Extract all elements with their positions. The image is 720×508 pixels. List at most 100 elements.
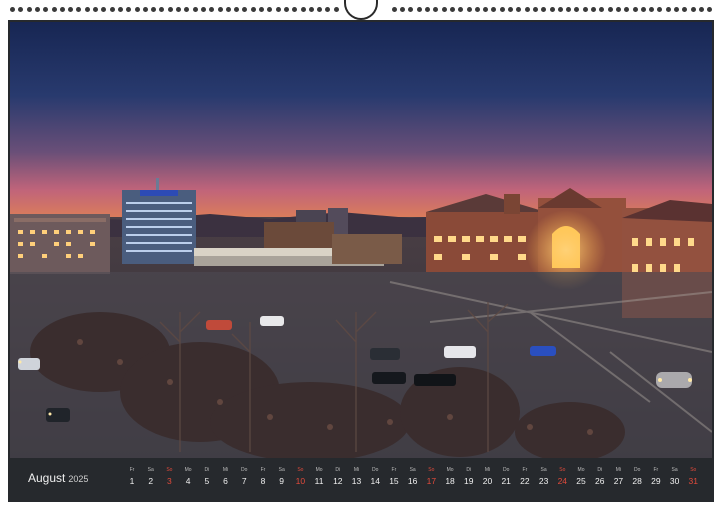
binding-ring xyxy=(250,7,256,12)
binding-ring xyxy=(59,7,65,12)
binding-ring xyxy=(126,7,132,12)
binding-ring xyxy=(184,7,190,12)
day-number: 31 xyxy=(688,476,699,486)
weekday-label: Sa xyxy=(540,467,547,473)
binding-ring xyxy=(84,7,90,12)
day-number: 1 xyxy=(129,476,135,486)
weekday-label: Mo xyxy=(577,467,585,473)
day-cell: Mi 27 xyxy=(609,466,627,488)
day-cell: Mi 13 xyxy=(348,466,366,488)
binding-ring xyxy=(416,7,422,12)
binding-ring xyxy=(234,7,240,12)
weekday-label: So xyxy=(428,467,435,473)
weekday-label: Fr xyxy=(653,467,659,473)
day-number: 11 xyxy=(314,476,324,486)
day-cell: Mo 18 xyxy=(441,466,459,488)
binding-ring xyxy=(425,7,430,12)
binding-ring xyxy=(18,7,24,12)
weekday-label: Sa xyxy=(147,467,154,473)
binding-ring xyxy=(300,7,306,12)
day-number: 12 xyxy=(333,476,343,486)
day-number: 27 xyxy=(613,476,624,486)
binding-ring xyxy=(441,7,447,12)
binding-ring xyxy=(259,7,264,12)
binding-ring xyxy=(109,7,115,12)
day-number: 8 xyxy=(260,476,266,486)
weekday-label: Sa xyxy=(278,467,285,473)
weekday-label: Fr xyxy=(522,467,528,473)
month-label: August 2025 xyxy=(28,471,88,485)
day-cell: Do 7 xyxy=(235,466,253,488)
weekday-label: Fr xyxy=(129,467,135,473)
binding-ring xyxy=(159,7,165,12)
day-cell: Fr 1 xyxy=(123,466,141,488)
binding-ring xyxy=(674,7,679,12)
weekday-label: Do xyxy=(633,467,641,473)
day-number: 4 xyxy=(185,476,191,486)
binding-ring xyxy=(707,7,713,12)
day-number: 19 xyxy=(464,476,474,486)
binding-ring xyxy=(607,7,613,12)
day-number: 26 xyxy=(595,476,605,486)
binding-ring xyxy=(615,7,621,12)
year-label: 2025 xyxy=(68,474,89,484)
day-cell: Do 28 xyxy=(628,466,646,488)
binding-ring xyxy=(574,7,580,12)
binding-ring xyxy=(101,7,107,12)
day-number: 9 xyxy=(279,476,285,486)
day-number: 18 xyxy=(445,476,455,486)
binding-ring xyxy=(483,7,489,12)
day-cell: Mo 11 xyxy=(310,466,328,488)
day-number: 13 xyxy=(351,476,362,486)
binding-ring xyxy=(400,7,406,12)
day-number: 14 xyxy=(370,476,380,486)
binding-ring xyxy=(499,7,505,12)
binding-ring xyxy=(292,7,298,12)
day-cell: Di 19 xyxy=(460,466,478,488)
day-number: 24 xyxy=(557,476,568,486)
binding-ring xyxy=(508,7,513,12)
binding-ring xyxy=(283,7,289,12)
day-cell: So 17 xyxy=(422,466,440,488)
binding-ring xyxy=(225,7,231,12)
weekday-label: Mi xyxy=(353,467,360,473)
binding-ring xyxy=(325,7,331,12)
city-square-photo xyxy=(10,22,712,458)
binding-ring xyxy=(632,7,638,12)
weekday-label: So xyxy=(559,467,566,473)
binding-ring xyxy=(242,7,248,12)
day-cell: So 24 xyxy=(553,466,571,488)
day-number: 28 xyxy=(632,476,642,486)
binding-ring xyxy=(333,7,339,12)
binding-ring xyxy=(192,7,198,12)
day-number: 21 xyxy=(501,476,511,486)
weekday-label: Fr xyxy=(260,467,266,473)
weekday-label: Mo xyxy=(184,467,192,473)
weekday-label: Do xyxy=(372,467,379,473)
binding-ring xyxy=(34,7,40,12)
day-cell: Do 14 xyxy=(366,466,384,488)
weekday-label: Fr xyxy=(391,467,397,473)
binding-ring xyxy=(624,7,630,12)
binding-ring xyxy=(599,7,605,12)
weekday-label: Di xyxy=(335,467,341,473)
binding-ring xyxy=(566,7,572,12)
binding-ring xyxy=(176,7,181,12)
binding-ring xyxy=(582,7,588,12)
day-number: 22 xyxy=(520,476,530,486)
binding-ring xyxy=(308,7,314,12)
day-number: 7 xyxy=(241,476,247,486)
binding-ring xyxy=(26,7,32,12)
binding-ring xyxy=(657,7,663,12)
binding-ring xyxy=(209,7,215,12)
weekday-label: Do xyxy=(502,467,510,473)
binding-ring xyxy=(142,7,148,12)
binding-ring xyxy=(217,7,223,12)
day-cell: Sa 30 xyxy=(666,466,684,488)
binding-ring xyxy=(665,7,671,12)
binding-ring xyxy=(516,7,522,12)
weekday-label: Mi xyxy=(615,467,622,473)
weekday-label: Do xyxy=(241,467,248,473)
day-cell: Mo 4 xyxy=(179,466,197,488)
binding-ring xyxy=(474,7,480,12)
